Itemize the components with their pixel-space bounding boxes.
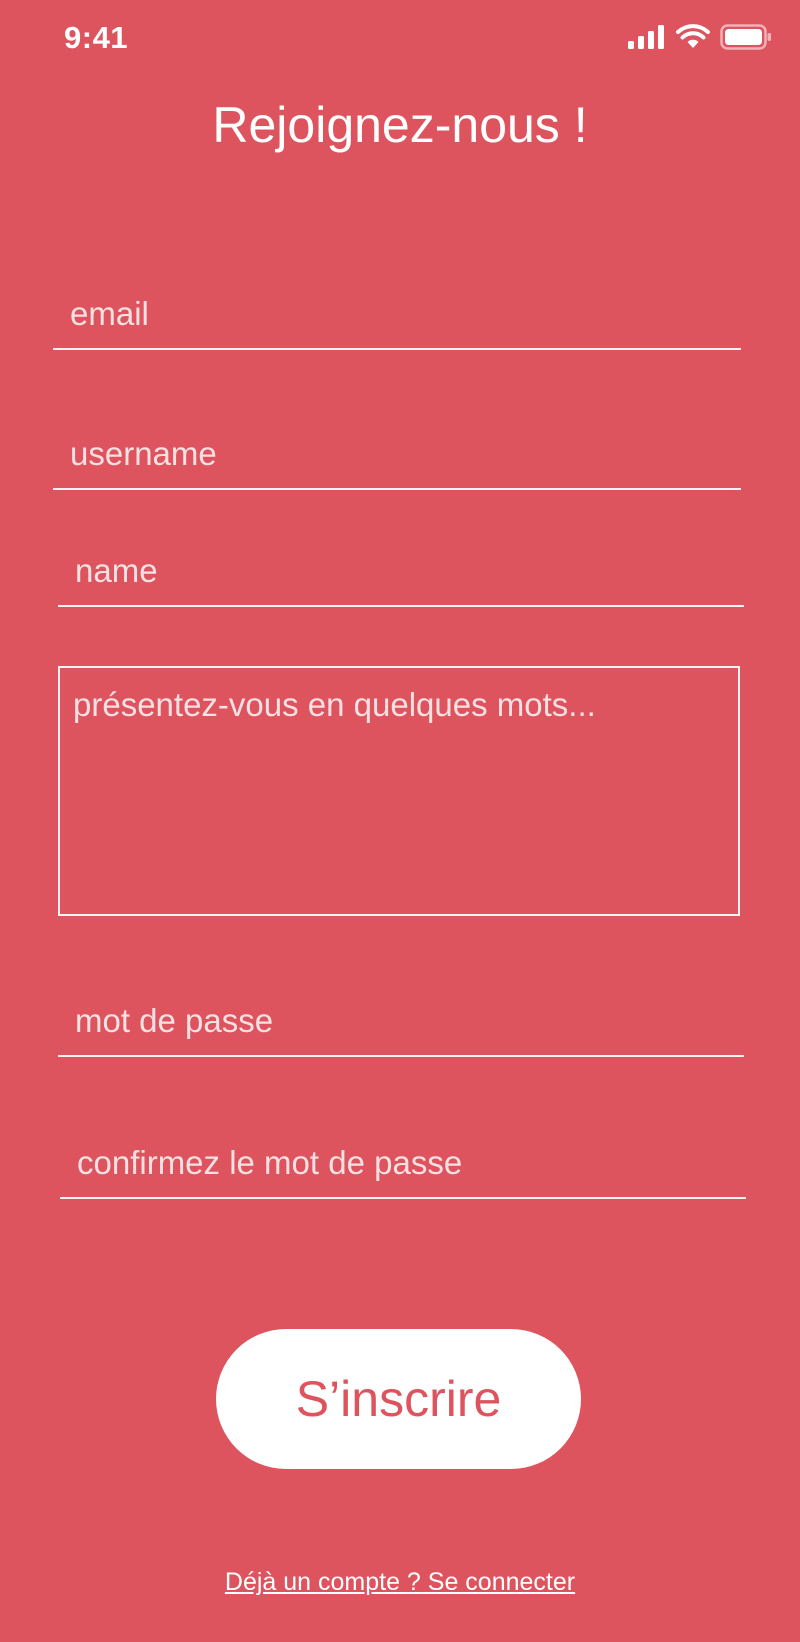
cellular-signal-icon	[628, 25, 666, 49]
password-field[interactable]	[58, 992, 744, 1057]
status-bar: 9:41	[0, 0, 800, 80]
status-time: 9:41	[64, 20, 129, 55]
email-field[interactable]	[53, 286, 741, 350]
login-link[interactable]: Déjà un compte ? Se connecter	[0, 1568, 800, 1597]
wifi-icon	[676, 24, 710, 50]
page-title: Rejoignez-nous !	[212, 97, 588, 153]
status-icons	[628, 24, 772, 50]
confirm-password-field[interactable]	[60, 1134, 746, 1199]
username-field[interactable]	[53, 425, 741, 490]
bio-textarea[interactable]	[58, 666, 740, 916]
signup-button[interactable]: S’inscrire	[216, 1329, 581, 1469]
battery-icon	[720, 24, 772, 50]
name-field[interactable]	[58, 542, 744, 607]
